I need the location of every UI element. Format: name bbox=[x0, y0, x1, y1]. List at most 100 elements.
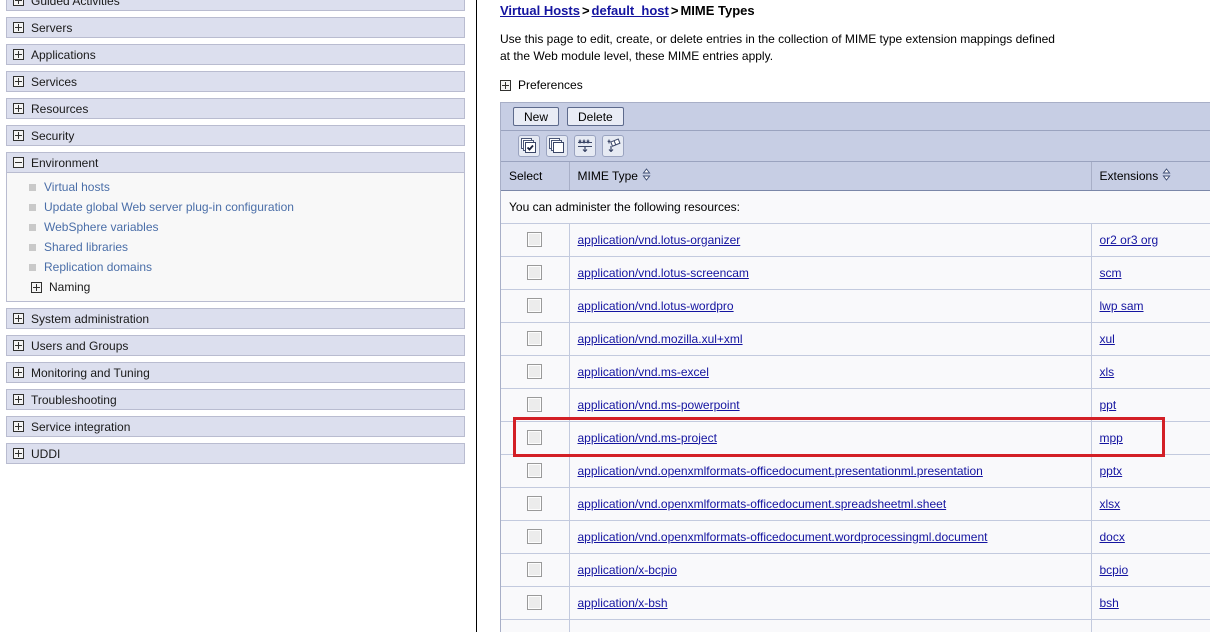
sidebar-item-replication-domains[interactable]: Replication domains bbox=[7, 257, 464, 277]
sidebar-item-shared-libraries[interactable]: Shared libraries bbox=[7, 237, 464, 257]
sidebar-group-label: Monitoring and Tuning bbox=[31, 365, 150, 380]
sidebar-item-update-global-web-server-plug-in-configuration[interactable]: Update global Web server plug-in configu… bbox=[7, 197, 464, 217]
row-checkbox[interactable] bbox=[527, 562, 543, 578]
mime-type-link[interactable]: application/vnd.openxmlformats-officedoc… bbox=[578, 464, 983, 478]
extensions-link[interactable]: docx bbox=[1100, 530, 1125, 544]
deselect-all-icon[interactable] bbox=[546, 135, 568, 157]
sidebar-group-environment[interactable]: Environment bbox=[6, 152, 465, 173]
mime-type-cell: application/x-bsh bbox=[569, 586, 1092, 620]
mime-types-body: application/vnd.lotus-organizer or2 or3 o… bbox=[501, 223, 1210, 632]
extensions-link[interactable]: scm bbox=[1100, 266, 1122, 280]
mime-type-link[interactable]: application/vnd.lotus-wordpro bbox=[578, 299, 734, 313]
table-row: application/vnd.lotus-screencam scm bbox=[501, 256, 1210, 290]
sidebar-divider bbox=[476, 0, 477, 632]
mime-type-link[interactable]: application/vnd.mozilla.xul+xml bbox=[578, 332, 743, 346]
mime-type-link[interactable]: application/vnd.ms-project bbox=[578, 431, 717, 445]
mime-type-link[interactable]: application/vnd.lotus-screencam bbox=[578, 266, 749, 280]
new-button[interactable]: New bbox=[513, 107, 560, 126]
mime-type-link[interactable]: application/x-bcpio bbox=[578, 563, 677, 577]
extensions-link[interactable]: xul bbox=[1100, 332, 1115, 346]
show-filter-icon[interactable] bbox=[574, 135, 596, 157]
navigation-sidebar: Guided Activities Servers Applications Serv… bbox=[0, 0, 471, 632]
sidebar-group-troubleshooting[interactable]: Troubleshooting bbox=[6, 389, 465, 410]
row-checkbox[interactable] bbox=[527, 331, 543, 347]
sidebar-group-users-and-groups[interactable]: Users and Groups bbox=[6, 335, 465, 356]
sidebar-group-label: Troubleshooting bbox=[31, 392, 117, 407]
main-content: Virtual Hosts > default_host > MIME Types Us… bbox=[500, 0, 1210, 632]
extensions-link[interactable]: lwp sam bbox=[1100, 299, 1144, 313]
sidebar-group-label: Service integration bbox=[31, 419, 131, 434]
breadcrumb-link-default-host[interactable]: default_host bbox=[592, 3, 669, 18]
row-checkbox[interactable] bbox=[527, 364, 543, 380]
sidebar-group-resources[interactable]: Resources bbox=[6, 98, 465, 119]
sidebar-group-security[interactable]: Security bbox=[6, 125, 465, 146]
sidebar-subgroup-naming[interactable]: Naming bbox=[7, 277, 464, 297]
sidebar-group-applications[interactable]: Applications bbox=[6, 44, 465, 65]
sidebar-group-services[interactable]: Services bbox=[6, 71, 465, 92]
table-row: application/vnd.mozilla.xul+xml xul bbox=[501, 322, 1210, 356]
sidebar-item-link[interactable]: WebSphere variables bbox=[44, 220, 159, 234]
row-select-cell bbox=[501, 223, 570, 257]
row-checkbox[interactable] bbox=[527, 265, 543, 281]
extensions-link[interactable]: xlsx bbox=[1100, 497, 1121, 511]
row-checkbox[interactable] bbox=[527, 595, 543, 611]
mime-type-link[interactable]: application/x-bsh bbox=[578, 596, 668, 610]
table-row: application/vnd.openxmlformats-officedoc… bbox=[501, 454, 1210, 488]
column-header-mime-type[interactable]: MIME Type bbox=[569, 162, 1092, 191]
page-description-line2: at the Web module level, these MIME entr… bbox=[500, 49, 774, 63]
sidebar-group-label: System administration bbox=[31, 311, 150, 326]
extensions-link[interactable]: pptx bbox=[1100, 464, 1123, 478]
table-row: application/vnd.ms-project mpp bbox=[501, 421, 1210, 455]
delete-button[interactable]: Delete bbox=[567, 107, 624, 126]
sort-arrows-icon-extensions[interactable] bbox=[1162, 168, 1171, 184]
extensions-cell: bcpio bbox=[1091, 553, 1210, 587]
preferences-toggle[interactable]: Preferences bbox=[500, 78, 1210, 92]
extensions-link[interactable]: bcpio bbox=[1100, 563, 1129, 577]
mime-type-cell: application/vnd.openxmlformats-officedoc… bbox=[569, 454, 1092, 488]
sidebar-item-link[interactable]: Shared libraries bbox=[44, 240, 128, 254]
row-select-cell bbox=[501, 355, 570, 389]
mime-types-table: Select MIME Type Extensions You can admi… bbox=[501, 162, 1210, 632]
sidebar-group-monitoring-and-tuning[interactable]: Monitoring and Tuning bbox=[6, 362, 465, 383]
mime-type-link[interactable]: application/vnd.openxmlformats-officedoc… bbox=[578, 497, 947, 511]
extensions-cell: lwp sam bbox=[1091, 289, 1210, 323]
breadcrumb-link-virtual-hosts[interactable]: Virtual Hosts bbox=[500, 3, 580, 18]
row-checkbox[interactable] bbox=[527, 298, 543, 314]
sidebar-item-link[interactable]: Virtual hosts bbox=[44, 180, 110, 194]
row-checkbox[interactable] bbox=[527, 496, 543, 512]
sidebar-group-guided-activities[interactable]: Guided Activities bbox=[6, 0, 465, 11]
select-all-icon[interactable] bbox=[518, 135, 540, 157]
sidebar-group-servers[interactable]: Servers bbox=[6, 17, 465, 38]
extensions-link[interactable]: ppt bbox=[1100, 398, 1117, 412]
extensions-link[interactable]: mpp bbox=[1100, 431, 1123, 445]
extensions-link[interactable]: xls bbox=[1100, 365, 1115, 379]
mime-type-link[interactable]: application/vnd.ms-excel bbox=[578, 365, 709, 379]
sidebar-item-virtual-hosts[interactable]: Virtual hosts bbox=[7, 177, 464, 197]
mime-type-cell: application/vnd.openxmlformats-officedoc… bbox=[569, 487, 1092, 521]
sidebar-item-websphere-variables[interactable]: WebSphere variables bbox=[7, 217, 464, 237]
sidebar-item-link[interactable]: Replication domains bbox=[44, 260, 152, 274]
mime-type-link[interactable]: application/vnd.openxmlformats-officedoc… bbox=[578, 530, 988, 544]
sidebar-group-uddi[interactable]: UDDI bbox=[6, 443, 465, 464]
row-checkbox[interactable] bbox=[527, 232, 543, 248]
row-checkbox[interactable] bbox=[527, 529, 543, 545]
mime-type-link[interactable]: application/vnd.ms-powerpoint bbox=[578, 398, 740, 412]
row-select-cell bbox=[501, 322, 570, 356]
mime-type-link[interactable]: application/vnd.lotus-organizer bbox=[578, 233, 741, 247]
sort-arrows-icon[interactable] bbox=[642, 168, 651, 184]
sidebar-group-service-integration[interactable]: Service integration bbox=[6, 416, 465, 437]
bullet-square-icon bbox=[29, 223, 36, 231]
sidebar-item-link[interactable]: Update global Web server plug-in configu… bbox=[44, 200, 294, 214]
clear-filter-icon[interactable] bbox=[602, 135, 624, 157]
column-header-extensions[interactable]: Extensions bbox=[1091, 162, 1210, 191]
table-tool-bar bbox=[501, 131, 1210, 162]
extensions-cell: or2 or3 org bbox=[1091, 223, 1210, 257]
row-checkbox[interactable] bbox=[527, 397, 543, 413]
row-checkbox[interactable] bbox=[527, 430, 543, 446]
extensions-link[interactable]: bsh bbox=[1100, 596, 1119, 610]
extensions-link[interactable]: or2 or3 org bbox=[1100, 233, 1159, 247]
mime-type-cell: application/vnd.ms-project bbox=[569, 421, 1092, 455]
row-checkbox[interactable] bbox=[527, 463, 543, 479]
sidebar-group-system-administration[interactable]: System administration bbox=[6, 308, 465, 329]
sidebar-group-label: Servers bbox=[31, 20, 73, 35]
